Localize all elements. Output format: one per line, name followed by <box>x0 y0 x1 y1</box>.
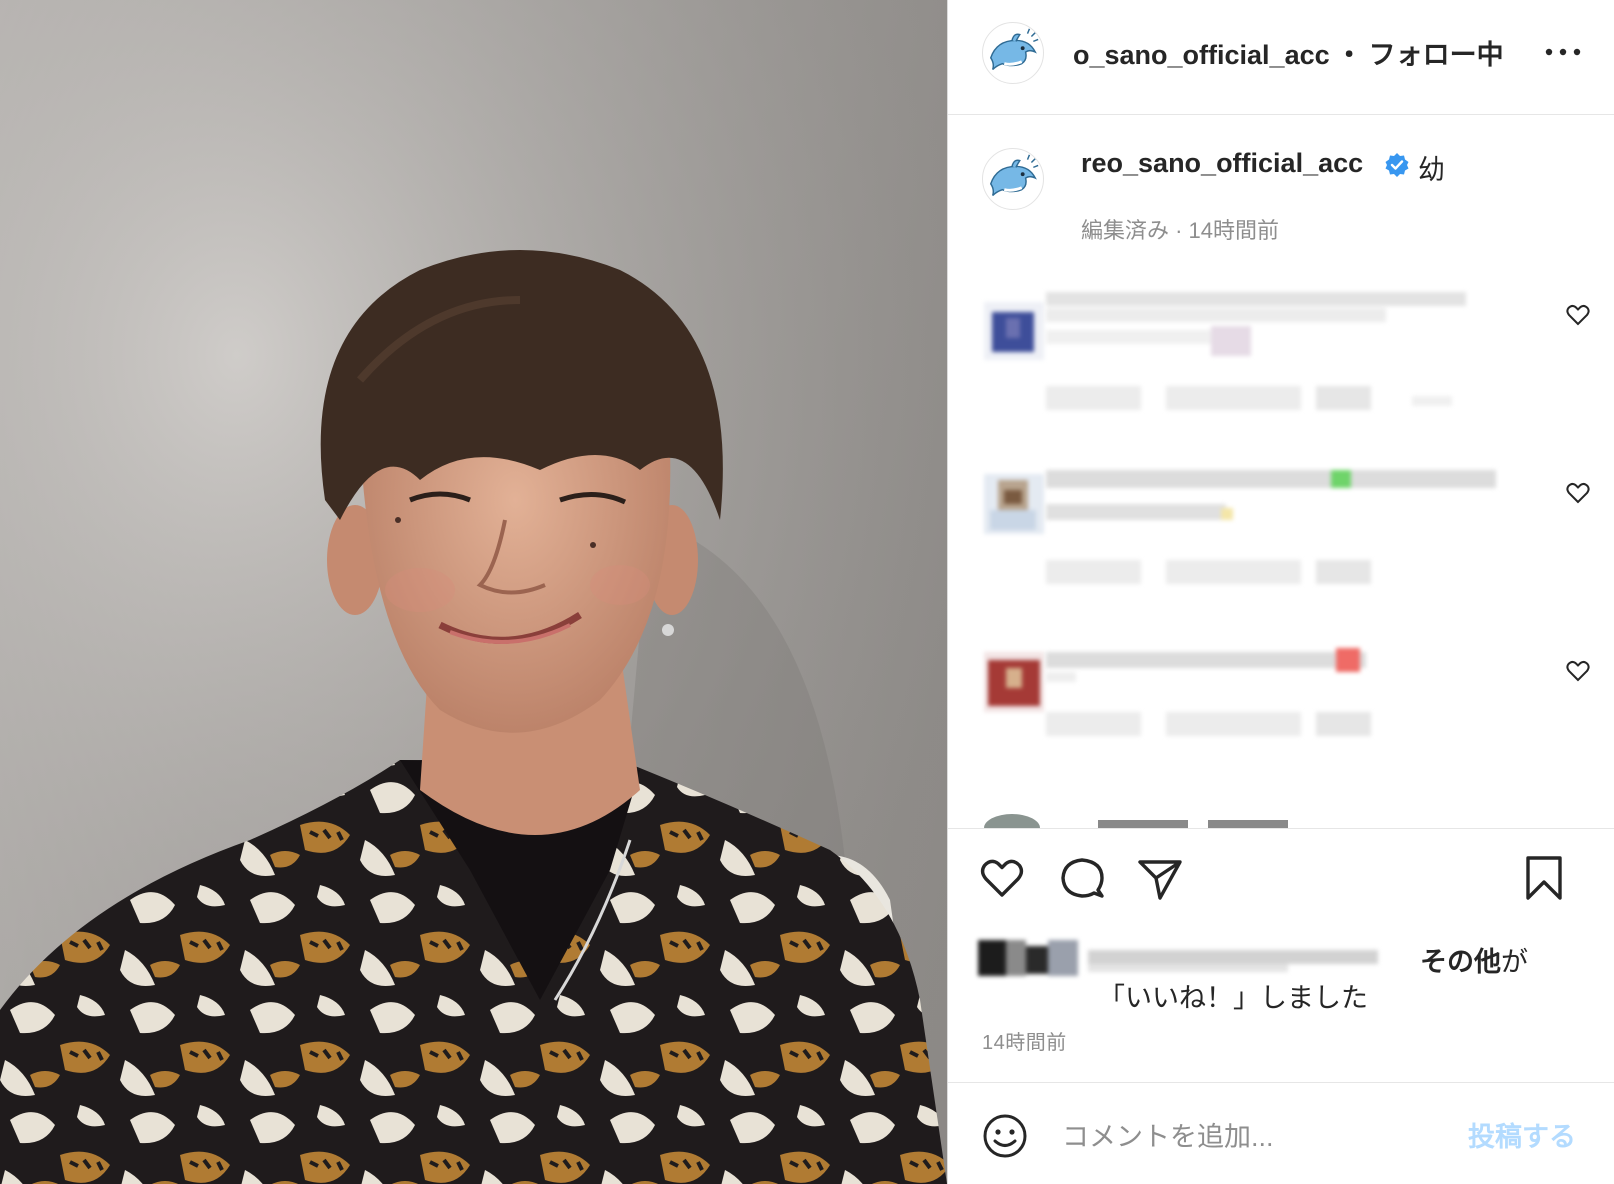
header-avatar[interactable] <box>982 22 1044 84</box>
follow-status-button[interactable]: フォロー中 <box>1369 40 1504 70</box>
comment-item <box>948 286 1614 436</box>
comment-text-blurred <box>1046 648 1371 736</box>
share-send-icon[interactable] <box>1136 854 1184 902</box>
emoji-icon[interactable] <box>981 1112 1029 1160</box>
comment-cutoff-blurred <box>984 814 1288 828</box>
caption-text: 幼 <box>1418 155 1445 185</box>
liked-by-others-link[interactable]: その他 <box>1420 947 1501 977</box>
comment-item <box>948 464 1614 614</box>
comment-bubble-icon[interactable] <box>1058 854 1106 902</box>
post-comment-button[interactable]: 投稿する <box>1468 1115 1576 1154</box>
liked-by-text: その他が <box>1420 940 1528 979</box>
post-photo[interactable] <box>0 0 947 1184</box>
header-divider <box>948 114 1614 115</box>
comment-like-icon[interactable] <box>1565 302 1591 328</box>
verified-badge-icon <box>1385 153 1409 177</box>
comment-text-blurred <box>1046 470 1496 584</box>
comment-item <box>948 642 1614 792</box>
post-side-panel: o_sano_official_acc ・フォロー中 reo_sano_offic… <box>947 0 1614 1184</box>
comment-like-icon[interactable] <box>1565 658 1591 684</box>
caption-meta: 編集済み · 14時間前 <box>1081 218 1280 243</box>
like-heart-icon[interactable] <box>978 854 1026 902</box>
comment-avatar-blurred[interactable] <box>976 470 1052 540</box>
footer-divider <box>948 1082 1614 1083</box>
comment-item-cutoff <box>948 808 1614 828</box>
comment-like-icon[interactable] <box>1565 480 1591 506</box>
header-username-line: o_sano_official_acc ・フォロー中 <box>1073 33 1504 72</box>
comments-divider <box>948 828 1614 829</box>
comment-avatar-blurred[interactable] <box>976 296 1052 366</box>
bookmark-icon[interactable] <box>1520 854 1568 902</box>
dolphin-icon <box>989 154 1039 196</box>
comment-avatar-blurred[interactable] <box>976 648 1052 718</box>
comment-text-blurred <box>1046 292 1466 410</box>
post-timestamp[interactable]: 14時間前 <box>982 1026 1067 1055</box>
more-options-icon[interactable] <box>1543 40 1583 64</box>
liked-by-line2: 「いいね！」しました <box>1098 983 1368 1013</box>
dolphin-icon <box>989 28 1039 70</box>
comment-input[interactable] <box>1060 1114 1444 1160</box>
post-photo-illustration <box>0 0 947 1184</box>
caption-avatar[interactable] <box>982 148 1044 210</box>
liked-by-particle: が <box>1501 947 1528 977</box>
header-separator: ・ <box>1335 40 1363 70</box>
header-username[interactable]: o_sano_official_acc <box>1073 40 1330 70</box>
caption-username[interactable]: reo_sano_official_acc <box>1081 148 1363 179</box>
